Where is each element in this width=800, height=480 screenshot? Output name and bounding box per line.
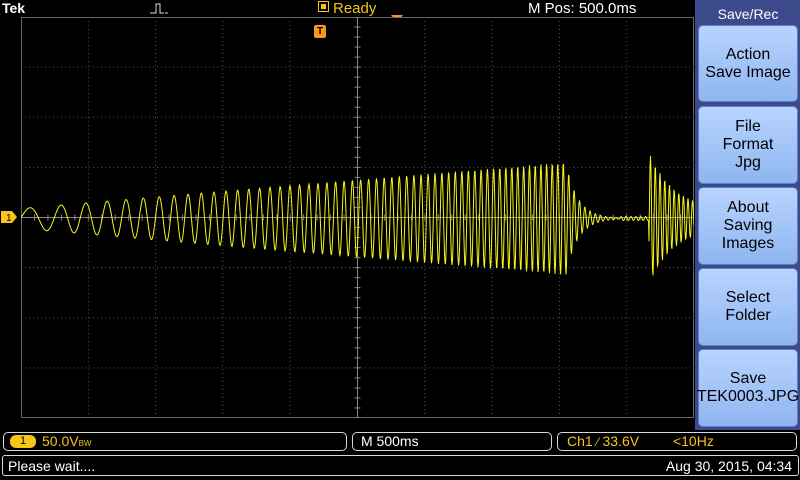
- file-format-button[interactable]: File Format Jpg: [698, 106, 798, 184]
- trigger-marker-icon: T: [314, 25, 326, 38]
- button-label: TEK0003.JPG: [696, 388, 800, 405]
- trigger-readout[interactable]: Ch1 ⁄ 33.6V <10Hz: [557, 432, 797, 451]
- timebase-value: M 500ms: [361, 433, 419, 449]
- button-label: Save: [729, 370, 767, 387]
- channel1-ground-marker-icon: 1: [1, 211, 17, 224]
- status-icon: [318, 1, 329, 12]
- channel1-scale: 50.0V: [42, 433, 79, 449]
- waveform-display[interactable]: [21, 17, 694, 418]
- message-bar: Please wait.... Aug 30, 2015, 04:34: [2, 455, 799, 476]
- status-message: Please wait....: [8, 458, 96, 474]
- save-file-button[interactable]: Save TEK0003.JPG: [696, 349, 800, 427]
- brand-logo: Tek: [2, 0, 26, 16]
- button-label: Select: [725, 289, 771, 306]
- button-label: File: [735, 118, 761, 135]
- button-label: Action: [725, 45, 771, 63]
- horizontal-position: M Pos: 500.0ms: [528, 0, 637, 17]
- button-label: Save Image: [705, 63, 791, 81]
- button-label: Images: [721, 235, 775, 252]
- select-folder-button[interactable]: Select Folder: [698, 268, 798, 346]
- date-time: Aug 30, 2015, 04:34: [665, 458, 792, 474]
- timebase-readout[interactable]: M 500ms: [352, 432, 552, 451]
- bandwidth-limit-indicator: BW: [78, 439, 92, 448]
- channel1-ground-label: 1: [6, 213, 12, 224]
- button-label: About: [727, 199, 769, 216]
- acquisition-status: Ready: [318, 0, 376, 17]
- trigger-mode-icon: [150, 3, 168, 14]
- trigger-level: 33.6V: [602, 433, 640, 449]
- rising-edge-icon: ⁄: [596, 435, 599, 449]
- channel1-readout[interactable]: 1 50.0VBW: [3, 432, 347, 451]
- status-text: Ready: [333, 0, 377, 17]
- trigger-frequency: <10Hz: [672, 433, 714, 449]
- trigger-source: Ch1: [567, 433, 593, 449]
- button-label: Jpg: [735, 154, 761, 171]
- channel1-badge: 1: [10, 435, 36, 448]
- button-label: Format: [722, 136, 774, 153]
- action-save-image-button[interactable]: Action Save Image: [698, 25, 798, 102]
- button-label: Saving: [723, 217, 773, 234]
- about-saving-images-button[interactable]: About Saving Images: [698, 187, 798, 265]
- button-label: Folder: [725, 307, 771, 324]
- menu-title: Save/Rec: [717, 6, 779, 22]
